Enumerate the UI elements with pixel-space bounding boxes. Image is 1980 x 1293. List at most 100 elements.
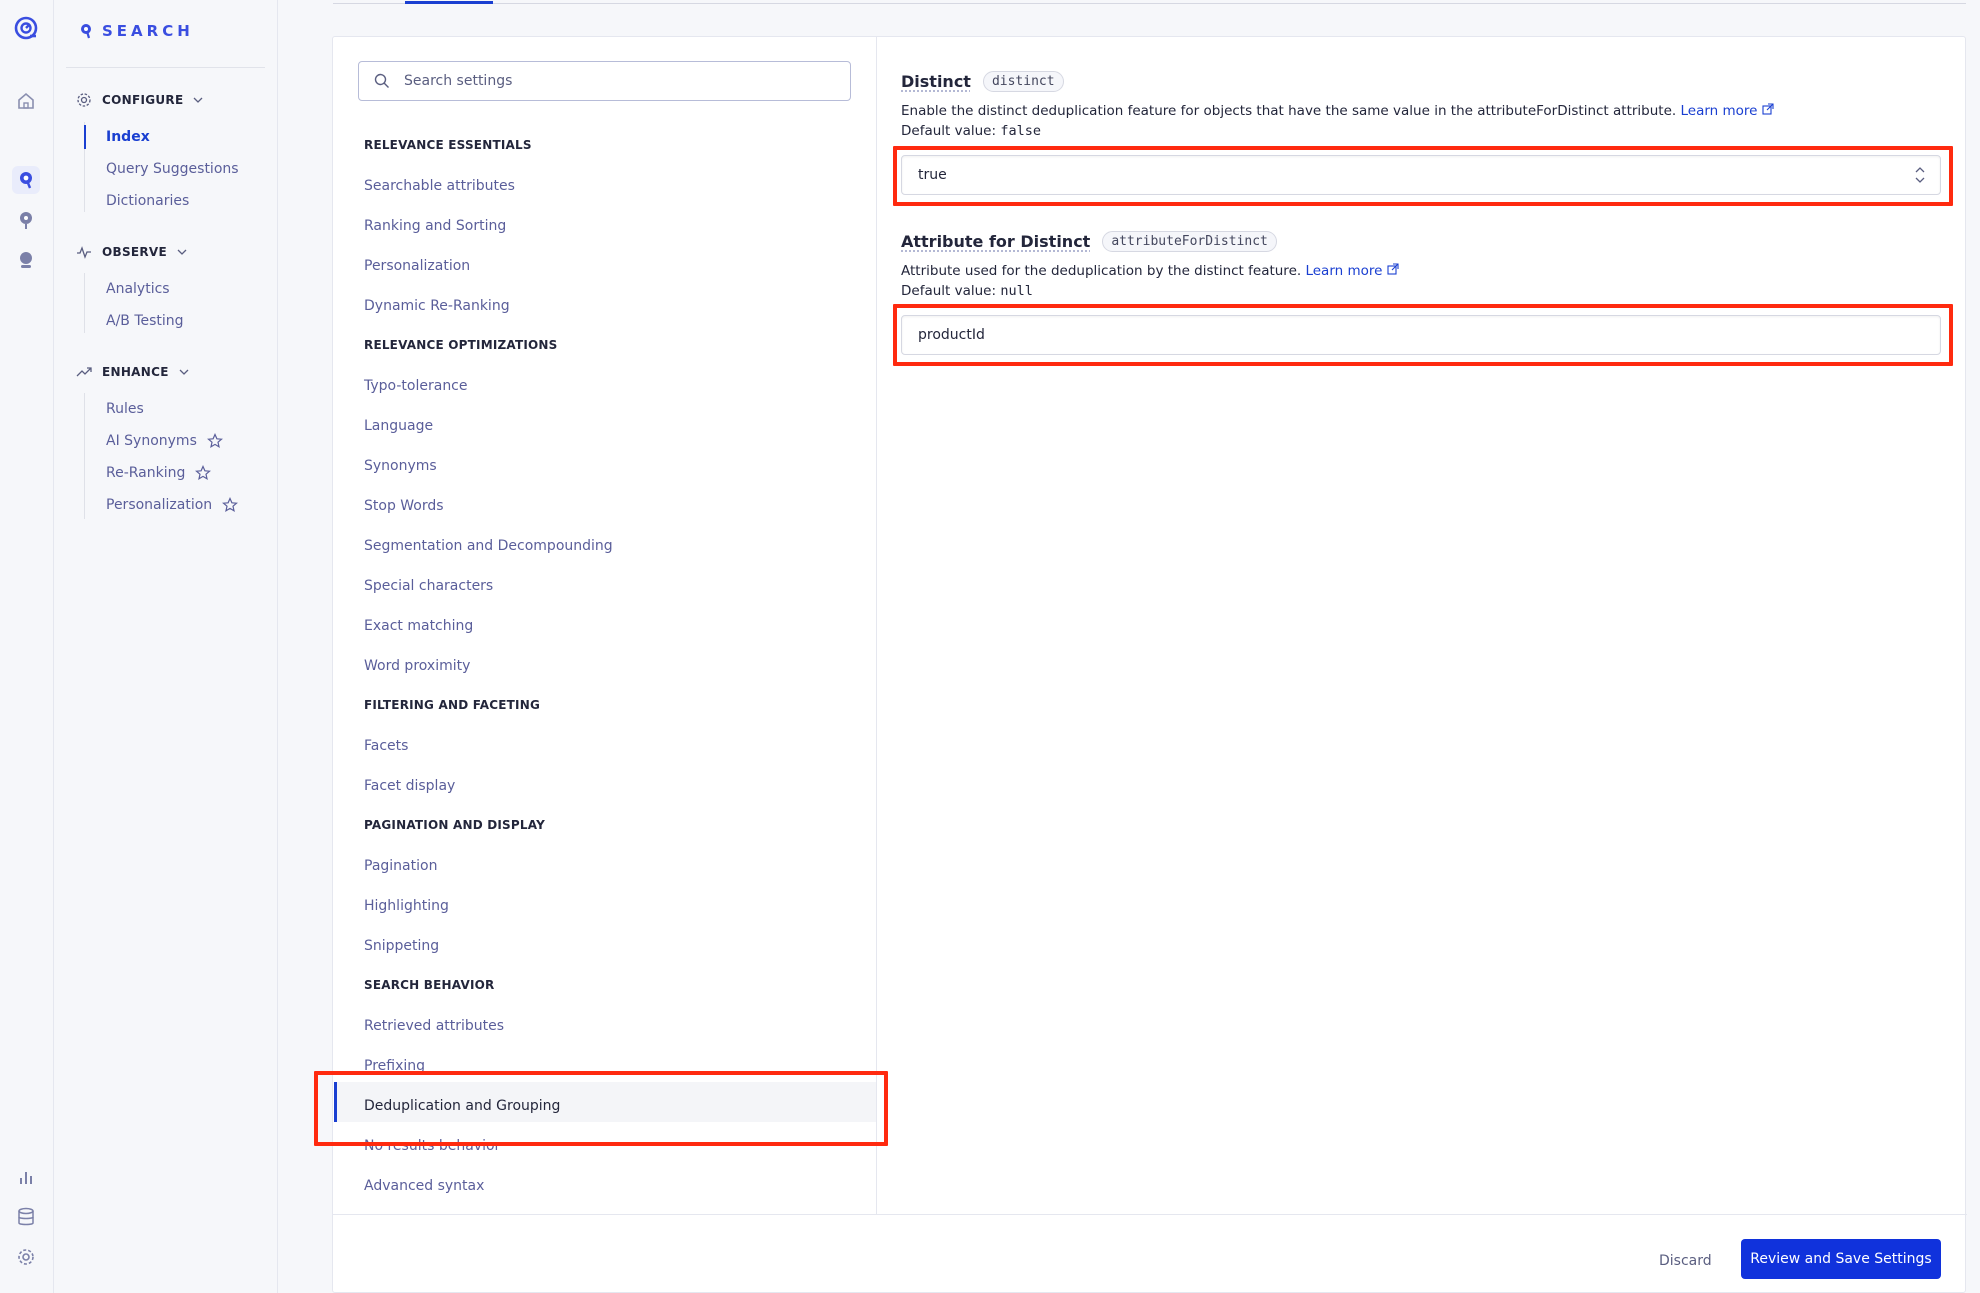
- highlight-deduplication-category: [314, 1071, 888, 1146]
- sidebar-item-ai-synonyms[interactable]: AI Synonyms: [106, 433, 223, 449]
- sidebar-item-analytics[interactable]: Analytics: [106, 281, 170, 297]
- distinct-title-row: Distinct distinct: [901, 71, 1064, 92]
- section-enhance-label: ENHANCE: [102, 365, 169, 379]
- category-item[interactable]: Retrieved attributes: [364, 1018, 504, 1034]
- search-icon: [374, 73, 389, 88]
- category-item[interactable]: Highlighting: [364, 898, 449, 914]
- category-item[interactable]: Synonyms: [364, 458, 437, 474]
- sidebar-item-rules[interactable]: Rules: [106, 401, 144, 417]
- search-product-icon[interactable]: [12, 166, 40, 194]
- active-tab-indicator: [405, 1, 493, 4]
- brand[interactable]: SEARCH: [80, 22, 194, 40]
- attribute-for-distinct-default-value: null: [1000, 283, 1033, 299]
- settings-footer: Discard Review and Save Settings: [333, 1214, 1967, 1293]
- settings-categories: Search settings RELEVANCE ESSENTIALS Sea…: [333, 37, 877, 1214]
- settings-search-placeholder: Search settings: [404, 73, 513, 89]
- tab-bar-divider: [333, 3, 1966, 4]
- sidebar-item-ab-testing[interactable]: A/B Testing: [106, 313, 184, 329]
- category-heading: RELEVANCE ESSENTIALS: [364, 138, 532, 152]
- section-enhance[interactable]: ENHANCE: [76, 364, 189, 380]
- category-item[interactable]: Ranking and Sorting: [364, 218, 506, 234]
- discard-button[interactable]: Discard: [1659, 1253, 1712, 1269]
- category-item[interactable]: Advanced syntax: [364, 1178, 484, 1194]
- home-icon[interactable]: [12, 87, 40, 115]
- sidebar-item-label: Re-Ranking: [106, 465, 186, 481]
- settings-gear-icon[interactable]: [12, 1243, 40, 1271]
- distinct-description-text: Enable the distinct deduplication featur…: [901, 103, 1677, 119]
- section-observe-label: OBSERVE: [102, 245, 168, 259]
- attribute-for-distinct-title: Attribute for Distinct: [901, 232, 1091, 251]
- category-item[interactable]: Exact matching: [364, 618, 473, 634]
- learn-more-label: Learn more: [1680, 103, 1758, 119]
- section-line: [84, 273, 85, 333]
- chevron-down-icon: [179, 369, 189, 375]
- distinct-default: Default value: false: [901, 123, 1041, 139]
- distinct-learn-more-link[interactable]: Learn more: [1680, 103, 1774, 119]
- distinct-title: Distinct: [901, 72, 971, 91]
- category-item[interactable]: Searchable attributes: [364, 178, 515, 194]
- star-icon: [222, 497, 239, 513]
- category-item[interactable]: Snippeting: [364, 938, 439, 954]
- settings-detail: Distinct distinct Enable the distinct de…: [877, 37, 1967, 1214]
- category-heading: RELEVANCE OPTIMIZATIONS: [364, 338, 558, 352]
- attribute-for-distinct-default: Default value: null: [901, 283, 1033, 299]
- settings-search-input[interactable]: Search settings: [358, 61, 851, 101]
- category-item[interactable]: Stop Words: [364, 498, 444, 514]
- section-observe[interactable]: OBSERVE: [76, 244, 187, 260]
- star-icon: [206, 433, 223, 449]
- category-item[interactable]: Segmentation and Decompounding: [364, 538, 613, 554]
- distinct-default-value: false: [1000, 123, 1041, 139]
- attribute-for-distinct-title-row: Attribute for Distinct attributeForDisti…: [901, 231, 1277, 252]
- highlight-distinct-select: [893, 146, 1953, 206]
- sidebar-item-re-ranking[interactable]: Re-Ranking: [106, 465, 212, 481]
- star-icon: [195, 465, 212, 481]
- category-item[interactable]: Facets: [364, 738, 408, 754]
- category-item[interactable]: Language: [364, 418, 433, 434]
- sidebar-item-dictionaries[interactable]: Dictionaries: [106, 193, 189, 209]
- chevron-down-icon: [177, 249, 187, 255]
- pulse-icon: [77, 246, 91, 259]
- sidebar-item-query-suggestions[interactable]: Query Suggestions: [106, 161, 239, 177]
- section-line: [84, 393, 85, 519]
- sidebar-item-label: Personalization: [106, 497, 213, 513]
- category-item[interactable]: Pagination: [364, 858, 437, 874]
- learn-more-label: Learn more: [1305, 263, 1383, 279]
- external-link-icon: [1387, 263, 1399, 275]
- category-item[interactable]: Special characters: [364, 578, 493, 594]
- algolia-logo-icon[interactable]: [12, 14, 40, 42]
- gear-icon: [77, 93, 91, 107]
- nav-active-indicator: [84, 125, 86, 149]
- category-heading: FILTERING AND FACETING: [364, 698, 541, 712]
- default-label: Default value:: [901, 123, 997, 139]
- external-link-icon: [1762, 103, 1774, 115]
- default-label: Default value:: [901, 283, 997, 299]
- sidebar-item-index[interactable]: Index: [106, 129, 150, 145]
- attribute-for-distinct-description: Attribute used for the deduplication by …: [901, 263, 1399, 279]
- attribute-for-distinct-learn-more-link[interactable]: Learn more: [1305, 263, 1399, 279]
- distinct-description: Enable the distinct deduplication featur…: [901, 103, 1774, 119]
- brand-title: SEARCH: [102, 22, 194, 40]
- attribute-for-distinct-code-chip: attributeForDistinct: [1102, 231, 1277, 252]
- category-heading: PAGINATION AND DISPLAY: [364, 818, 545, 832]
- category-item[interactable]: Word proximity: [364, 658, 470, 674]
- category-item[interactable]: Dynamic Re-Ranking: [364, 298, 510, 314]
- review-and-save-button[interactable]: Review and Save Settings: [1741, 1239, 1941, 1279]
- category-item[interactable]: Personalization: [364, 258, 470, 274]
- sidebar-item-label: AI Synonyms: [106, 433, 197, 449]
- analytics-bars-icon[interactable]: [12, 1163, 40, 1191]
- sidebar-item-personalization[interactable]: Personalization: [106, 497, 239, 513]
- attribute-for-distinct-description-text: Attribute used for the deduplication by …: [901, 263, 1302, 279]
- distinct-code-chip: distinct: [982, 71, 1064, 92]
- divider: [66, 67, 265, 68]
- section-configure[interactable]: CONFIGURE: [76, 92, 203, 108]
- category-item[interactable]: Facet display: [364, 778, 455, 794]
- search-product-icon: [81, 24, 91, 39]
- generative-icon[interactable]: [12, 246, 40, 274]
- category-item[interactable]: Typo-tolerance: [364, 378, 468, 394]
- highlight-attribute-for-distinct-input: [893, 304, 1953, 366]
- sidebar: SEARCH CONFIGURE Index Query Suggestions…: [54, 0, 278, 1293]
- recommend-icon[interactable]: [12, 206, 40, 234]
- icon-rail: [0, 0, 54, 1293]
- trend-up-icon: [76, 367, 92, 377]
- database-icon[interactable]: [12, 1203, 40, 1231]
